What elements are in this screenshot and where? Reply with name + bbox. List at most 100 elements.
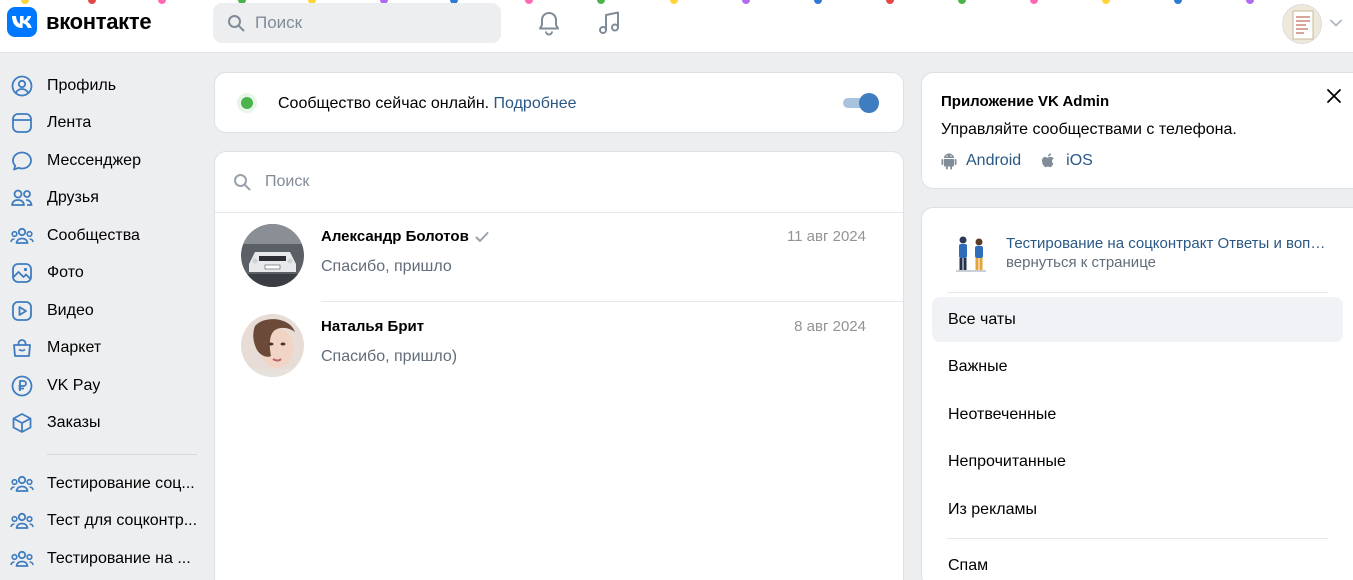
garland-light [670, 0, 678, 4]
photo-icon [10, 261, 34, 285]
garland-light [597, 0, 605, 4]
search-icon [234, 174, 251, 191]
market-icon [10, 336, 34, 360]
chat-item[interactable]: Александр Болотов 11 авг 2024 Спасибо, п… [215, 213, 903, 302]
nav-label: Видео [47, 301, 94, 319]
user-avatar[interactable] [1282, 4, 1322, 44]
chat-filters-card: Тестирование на соцконтракт Ответы и воп… [921, 207, 1353, 580]
nav-label: Маркет [47, 339, 102, 357]
nav-item-video[interactable]: Видео [0, 292, 205, 330]
apple-icon [1042, 153, 1054, 168]
android-icon [941, 153, 957, 170]
online-toggle[interactable] [843, 93, 879, 113]
nav-label: Мессенджер [47, 151, 141, 169]
vk-logo-icon [7, 7, 37, 37]
friends-icon [10, 186, 34, 210]
garland-light [1246, 0, 1254, 4]
filter-unanswered[interactable]: Неотвеченные [932, 392, 1343, 437]
online-more-link[interactable]: Подробнее [494, 95, 577, 112]
nav-item-communities[interactable]: Сообщества [0, 217, 205, 255]
header-search[interactable]: Поиск [213, 3, 501, 43]
search-placeholder: Поиск [255, 13, 303, 32]
search-icon [228, 15, 245, 32]
nav-label: Фото [47, 264, 84, 282]
notifications-bell-icon[interactable] [535, 9, 563, 37]
filter-from-ads[interactable]: Из рекламы [932, 487, 1343, 532]
nav-item-market[interactable]: Маркет [0, 330, 205, 368]
nav-item-group[interactable]: Тест для соцконтр... [0, 503, 205, 541]
nav-item-messenger[interactable]: Мессенджер [0, 142, 205, 180]
garland-light [525, 0, 533, 4]
nav-item-friends[interactable]: Друзья [0, 180, 205, 218]
filter-divider [947, 292, 1328, 293]
filter-label: Важные [948, 357, 1008, 375]
garland-light [158, 0, 166, 4]
chat-date: 8 авг 2024 [794, 318, 866, 335]
nav-item-photo[interactable]: Фото [0, 255, 205, 293]
garland-light [742, 0, 750, 4]
nav-label: Тест для соцконтр... [47, 512, 198, 530]
garland-light [814, 0, 822, 4]
nav-item-feed[interactable]: Лента [0, 105, 205, 143]
filter-label: Непрочитанные [948, 452, 1066, 470]
vk-logo[interactable]: вконтакте [7, 7, 152, 37]
android-link[interactable]: Android [941, 152, 1021, 170]
vk-admin-promo-card: Приложение VK Admin Управляйте сообществ… [921, 72, 1353, 189]
android-label: Android [966, 152, 1022, 169]
ios-label: iOS [1066, 152, 1093, 169]
nav-item-group[interactable]: Тестирование соц... [0, 465, 205, 503]
chat-name: Наталья Брит [321, 318, 424, 335]
chevron-down-icon[interactable] [1330, 19, 1342, 27]
profile-icon [10, 74, 34, 98]
group-name: Тестирование на соцконтракт Ответы и воп… [1006, 235, 1326, 252]
close-icon[interactable] [1324, 86, 1344, 106]
filter-label: Все чаты [948, 310, 1016, 328]
community-online-card: Сообщество сейчас онлайн. Подробнее [214, 72, 904, 133]
chats-list-card: Поиск Александр Болотов 11 авг 2024 Спас… [214, 151, 904, 580]
chat-item[interactable]: Наталья Брит 8 авг 2024 Спасибо, пришло) [215, 303, 903, 391]
admin-app-subtitle: Управляйте сообществами с телефона. [941, 121, 1237, 138]
chat-date: 11 авг 2024 [786, 228, 866, 245]
group-icon [10, 509, 34, 533]
garland-light [1174, 0, 1182, 4]
ios-link[interactable]: iOS [1041, 152, 1093, 170]
chat-search-placeholder: Поиск [265, 173, 310, 190]
filter-label: Спам [948, 556, 989, 574]
feed-icon [10, 111, 34, 135]
filter-unread[interactable]: Непрочитанные [932, 439, 1343, 484]
filter-label: Неотвеченные [948, 405, 1057, 423]
online-status-text: Сообщество сейчас онлайн. Подробнее [278, 95, 577, 113]
filter-spam[interactable]: Спам [932, 543, 1343, 580]
communities-icon [10, 224, 34, 248]
admin-app-title: Приложение VK Admin [941, 93, 1110, 110]
filter-divider [947, 538, 1328, 539]
nav-item-profile[interactable]: Профиль [0, 67, 205, 105]
filter-all-chats[interactable]: Все чаты [932, 297, 1343, 342]
chat-name-text: Александр Болотов [321, 228, 469, 245]
nav-item-group[interactable]: Тестирование на ... [0, 540, 205, 578]
chat-last-message: Спасибо, пришло [321, 258, 452, 275]
top-header: вконтакте Поиск [0, 0, 1353, 53]
nav-label: Заказы [47, 414, 101, 432]
nav-label: Тестирование на ... [47, 549, 191, 567]
nav-label: Лента [47, 114, 92, 132]
admin-app-links: Android iOS [941, 152, 1113, 170]
garland-light [1102, 0, 1110, 4]
chat-search-input[interactable]: Поиск [215, 152, 903, 213]
group-back-link[interactable]: Тестирование на соцконтракт Ответы и воп… [952, 230, 1326, 276]
nav-label: VK Pay [47, 376, 101, 394]
chat-last-message: Спасибо, пришло) [321, 348, 458, 365]
nav-item-orders[interactable]: Заказы [0, 405, 205, 443]
nav-divider [47, 454, 197, 455]
nav-item-vkpay[interactable]: VK Pay [0, 367, 205, 405]
music-icon[interactable] [595, 9, 623, 37]
filter-important[interactable]: Важные [932, 344, 1343, 389]
garland-light [958, 0, 966, 4]
garland-light [21, 0, 29, 4]
chat-avatar [241, 314, 304, 377]
group-icon [10, 472, 34, 496]
garland-light [886, 0, 894, 4]
group-avatar [952, 230, 992, 276]
logo-text: вконтакте [46, 9, 152, 34]
row-divider [321, 301, 903, 302]
